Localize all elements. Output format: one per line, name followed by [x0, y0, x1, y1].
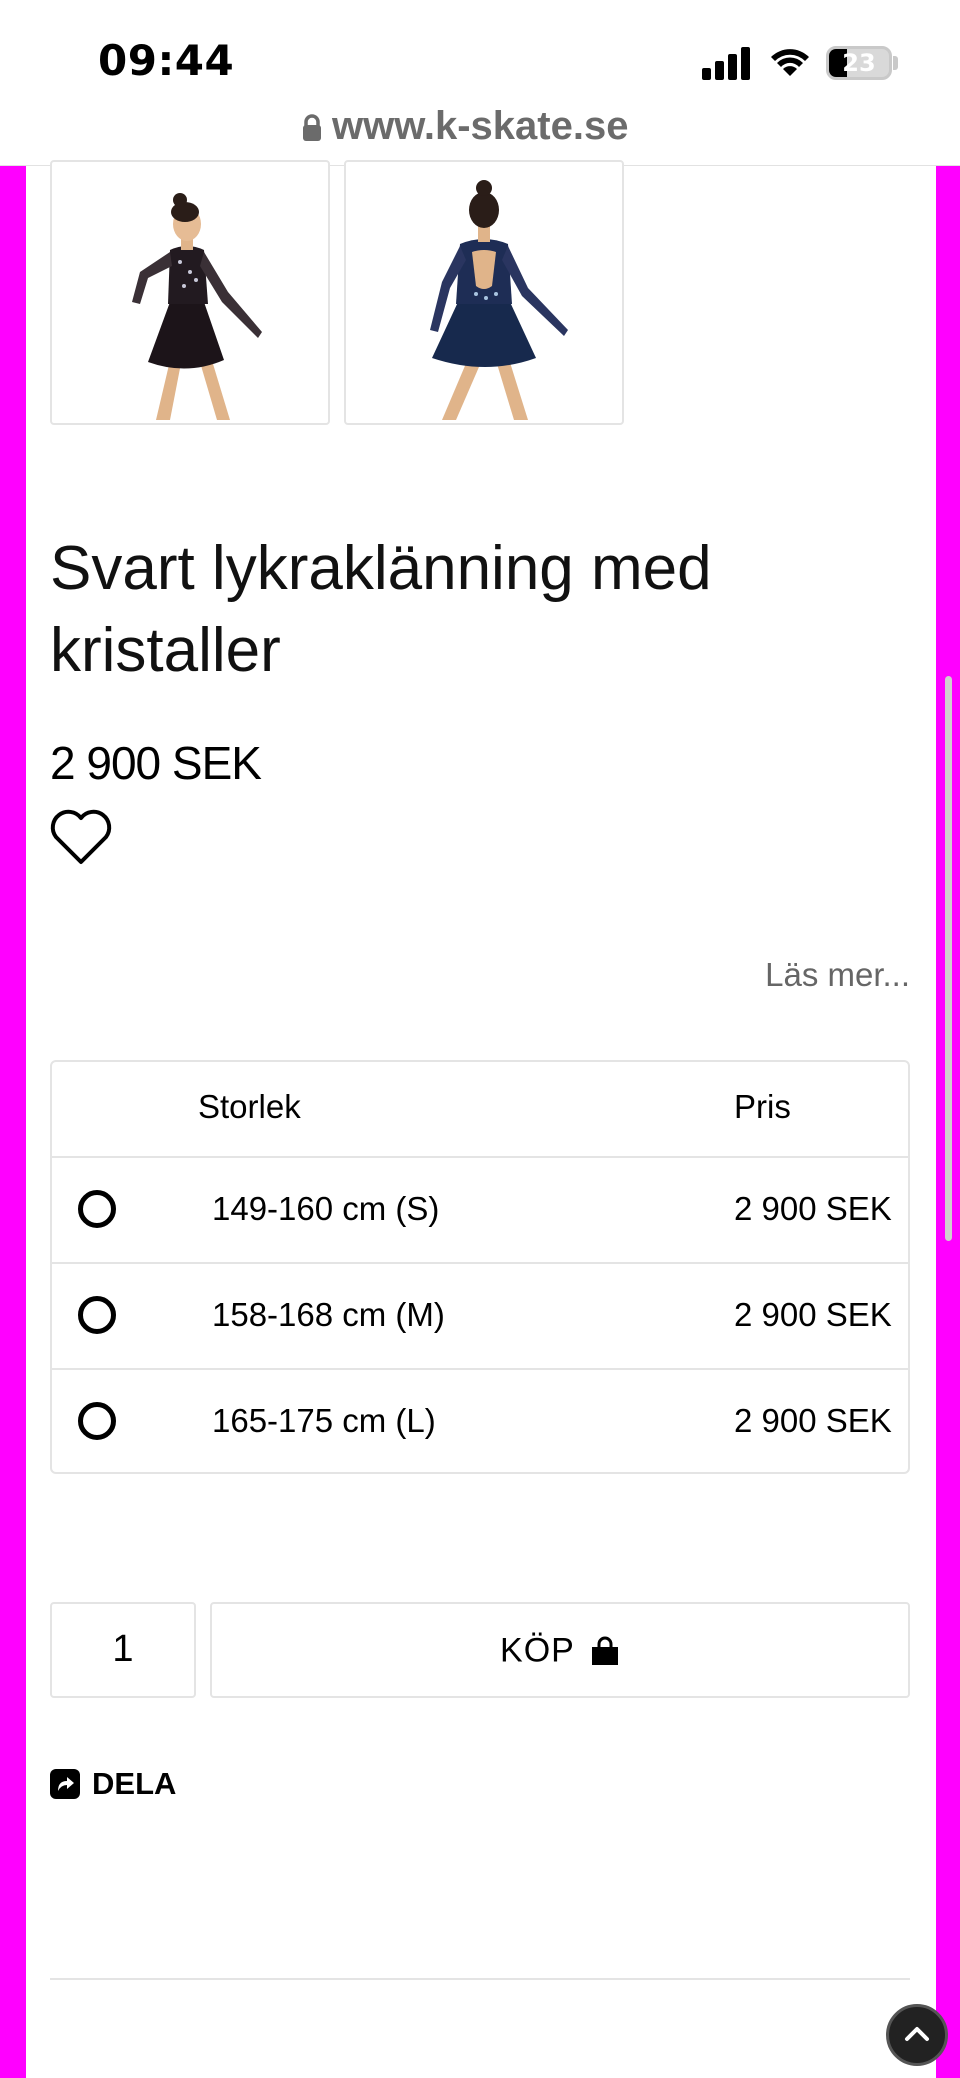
row-size: 158-168 cm (M) [212, 1296, 445, 1333]
product-thumbnail-front[interactable] [50, 160, 330, 425]
row-price: 2 900 SEK [734, 1296, 892, 1333]
row-price: 2 900 SEK [734, 1402, 892, 1439]
read-more-link[interactable]: Läs mer... [765, 956, 910, 994]
url-text: www.k-skate.se [332, 104, 629, 148]
battery-cap [893, 56, 898, 70]
size-table: Storlek Pris 149-160 cm (S) 2 900 SEK 15… [50, 1060, 910, 1474]
scroll-to-top-button[interactable] [886, 2004, 948, 2066]
address-bar[interactable]: www.k-skate.se [0, 100, 960, 166]
quantity-input[interactable]: 1 [50, 1602, 196, 1698]
product-title: Svart lykraklänning med kristaller [50, 534, 712, 685]
chevron-up-icon [905, 2027, 929, 2041]
buy-button[interactable]: KÖP [210, 1602, 910, 1698]
size-radio[interactable] [78, 1402, 116, 1440]
wifi-icon [771, 49, 809, 76]
battery-icon: 23 [826, 46, 892, 80]
page-frame-left [0, 166, 26, 2078]
row-size: 165-175 cm (L) [212, 1402, 436, 1439]
product-price: 2 900 SEK [50, 737, 262, 789]
table-row[interactable]: 165-175 cm (L) 2 900 SEK [52, 1370, 908, 1476]
header-price: Pris [734, 1088, 791, 1125]
share-button[interactable]: DELA [50, 1764, 176, 1804]
scrollbar[interactable] [945, 676, 952, 1241]
divider [50, 1978, 910, 1980]
table-row[interactable]: 149-160 cm (S) 2 900 SEK [52, 1158, 908, 1264]
heart-icon[interactable] [48, 806, 114, 866]
share-icon [50, 1769, 80, 1799]
dress-front-image [132, 193, 262, 420]
share-label: DELA [92, 1766, 177, 1801]
battery-percent: 23 [842, 49, 876, 77]
row-price: 2 900 SEK [734, 1190, 892, 1227]
buy-button-label: KÖP [500, 1631, 575, 1670]
table-header: Storlek Pris [52, 1062, 908, 1158]
header-size: Storlek [198, 1088, 301, 1125]
row-size: 149-160 cm (S) [212, 1190, 440, 1227]
shopping-bag-icon [591, 1636, 618, 1665]
lock-icon [303, 114, 321, 141]
cellular-signal-icon [702, 46, 750, 80]
table-row[interactable]: 158-168 cm (M) 2 900 SEK [52, 1264, 908, 1370]
clock: 09:44 [98, 36, 235, 85]
dress-back-image [430, 180, 568, 420]
size-radio[interactable] [78, 1190, 116, 1228]
size-radio[interactable] [78, 1296, 116, 1334]
status-bar: 09:44 23 [0, 0, 960, 112]
product-thumbnail-back[interactable] [344, 160, 624, 425]
